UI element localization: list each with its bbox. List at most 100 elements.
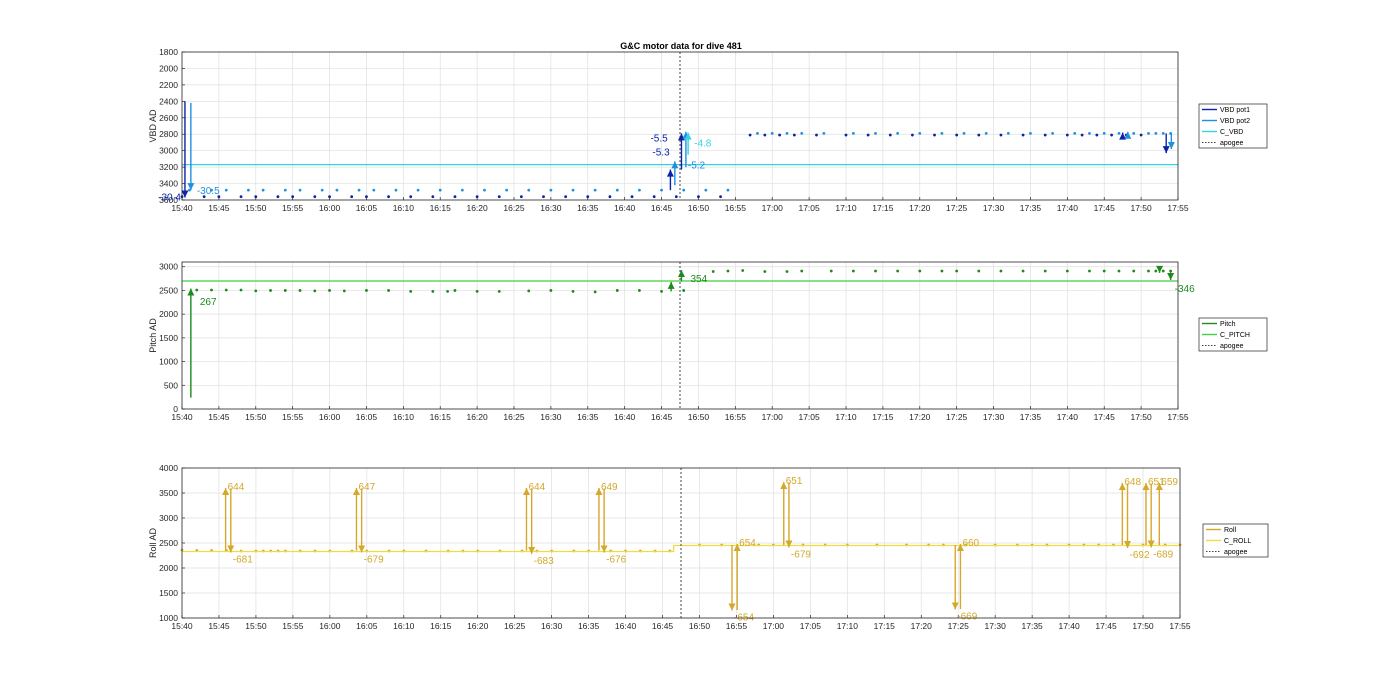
- y-tick-label: 1800: [159, 47, 178, 57]
- data-point: [911, 133, 914, 137]
- data-point: [896, 132, 900, 135]
- data-point: [453, 195, 457, 199]
- data-point: [918, 269, 922, 273]
- data-point: [475, 290, 479, 293]
- data-point: [1147, 132, 1150, 135]
- arrow-label: 659: [1161, 477, 1178, 488]
- data-point: [320, 188, 324, 192]
- data-point: [851, 132, 855, 135]
- data-point: [527, 289, 531, 293]
- x-tick-label: 17:55: [1169, 621, 1191, 631]
- arrow-label: 267: [200, 297, 217, 308]
- x-tick-label: 17:50: [1132, 621, 1154, 631]
- data-point: [483, 188, 486, 192]
- x-tick-label: 16:45: [651, 412, 673, 422]
- data-point: [1110, 133, 1113, 137]
- y-tick-label: 2500: [159, 538, 178, 548]
- figure-title: G&C motor data for dive 481: [620, 41, 742, 51]
- x-tick-label: 16:30: [540, 412, 562, 422]
- y-tick-label: 0: [173, 404, 178, 414]
- data-point: [431, 195, 435, 199]
- x-tick-label: 16:35: [577, 203, 599, 213]
- x-tick-label: 16:50: [689, 621, 711, 631]
- legend: Roll C_ROLLapogee: [1202, 523, 1269, 558]
- x-tick-label: 15:55: [282, 412, 304, 422]
- x-tick-label: 17:40: [1058, 621, 1080, 631]
- data-point: [224, 288, 228, 292]
- data-point: [291, 195, 295, 199]
- arrow-label: 654: [739, 538, 756, 549]
- legend-entry: C_PITCH: [1220, 332, 1250, 339]
- data-point: [955, 269, 959, 273]
- data-point: [1161, 132, 1165, 135]
- data-point: [593, 188, 597, 192]
- x-tick-label: 16:05: [356, 621, 378, 631]
- x-tick-label: 16:20: [467, 621, 489, 631]
- data-point: [460, 188, 464, 192]
- legend-entry: apogee: [1220, 343, 1243, 350]
- data-point: [283, 188, 287, 192]
- data-point: [446, 290, 449, 293]
- legend-entry: apogee: [1224, 549, 1247, 556]
- data-point: [778, 133, 781, 137]
- y-tick-label: 500: [164, 380, 178, 390]
- arrow-label: -689: [1153, 550, 1173, 561]
- data-point: [586, 195, 590, 199]
- data-point: [372, 188, 376, 192]
- x-tick-label: 17:25: [946, 203, 968, 213]
- y-tick-label: 2500: [159, 285, 178, 295]
- x-tick-label: 17:30: [983, 412, 1005, 422]
- data-point: [1154, 132, 1158, 135]
- legend-entry: VBD pot1: [1220, 107, 1250, 114]
- x-tick-label: 16:10: [393, 412, 415, 422]
- data-point: [195, 288, 199, 292]
- data-point: [844, 133, 848, 137]
- x-tick-label: 16:45: [652, 621, 674, 631]
- y-tick-label: 2400: [159, 96, 178, 106]
- x-tick-label: 16:35: [578, 621, 600, 631]
- x-tick-label: 16:35: [577, 412, 599, 422]
- data-point: [394, 188, 398, 192]
- data-point: [1102, 132, 1106, 135]
- x-tick-label: 15:50: [245, 412, 267, 422]
- x-tick-label: 17:30: [985, 621, 1007, 631]
- x-tick-label: 17:20: [911, 621, 933, 631]
- data-point: [704, 188, 708, 192]
- data-point: [542, 195, 545, 199]
- data-point: [254, 289, 258, 293]
- data-point: [933, 133, 936, 137]
- x-tick-label: 17:15: [872, 203, 894, 213]
- x-tick-label: 17:50: [1130, 203, 1152, 213]
- data-point: [874, 269, 877, 273]
- y-tick-label: 2000: [159, 563, 178, 573]
- y-tick-label: 1000: [159, 357, 178, 367]
- x-tick-label: 17:10: [837, 621, 859, 631]
- data-point: [1147, 269, 1150, 273]
- arrow-label: 354: [690, 274, 707, 285]
- y-tick-label: 3000: [159, 146, 178, 156]
- arrow-label: -5.3: [652, 148, 670, 159]
- figure: G&C motor data for dive 481 15:40 15:45 15…: [148, 41, 1269, 631]
- arrow-label: -669: [957, 612, 977, 623]
- x-tick-label: 15:50: [245, 621, 267, 631]
- x-tick-label: 17:05: [798, 203, 820, 213]
- data-point: [1154, 269, 1158, 273]
- x-tick-label: 17:35: [1022, 621, 1044, 631]
- data-point: [638, 289, 641, 292]
- data-point: [497, 195, 501, 199]
- y-tick-label: 3500: [159, 488, 178, 498]
- x-tick-label: 17:15: [872, 412, 894, 422]
- data-point: [896, 269, 900, 273]
- x-tick-label: 15:50: [245, 203, 267, 213]
- arrow-label: -692: [1130, 550, 1150, 561]
- data-point: [615, 289, 619, 292]
- data-point: [615, 188, 619, 192]
- data-point: [829, 269, 833, 273]
- x-tick-label: 17:15: [874, 621, 896, 631]
- x-tick-label: 17:35: [1020, 203, 1042, 213]
- x-tick-label: 16:00: [319, 203, 341, 213]
- data-point: [239, 195, 243, 199]
- x-tick-label: 16:10: [393, 621, 415, 631]
- x-tick-label: 17:25: [948, 621, 970, 631]
- data-point: [593, 290, 597, 294]
